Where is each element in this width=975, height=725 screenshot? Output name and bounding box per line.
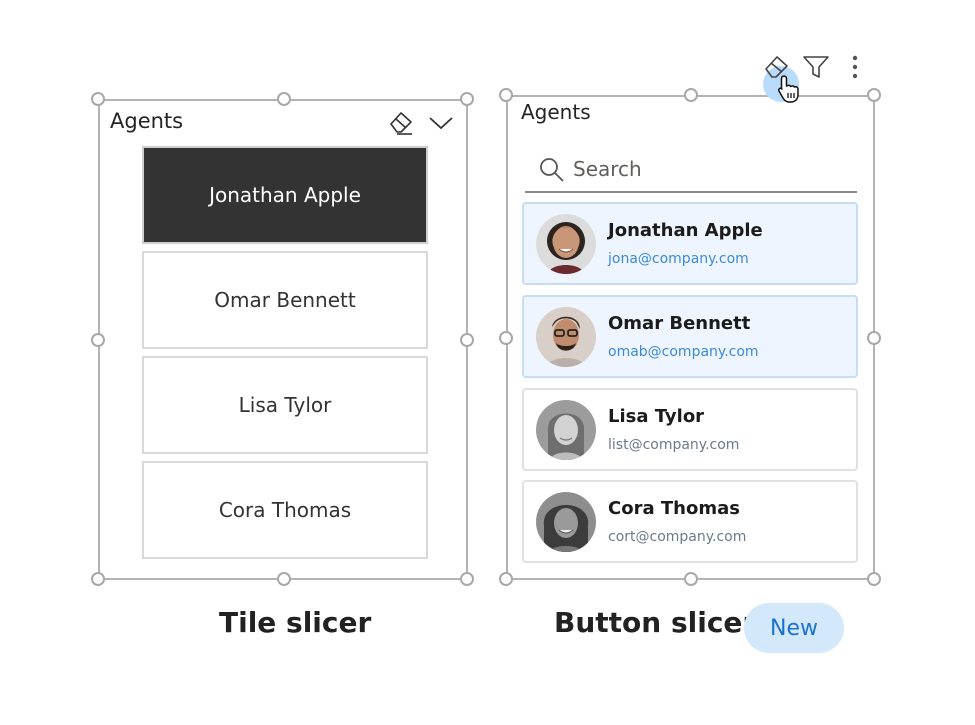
- agent-card[interactable]: Lisa Tylor list@company.com: [522, 388, 858, 471]
- tile-item[interactable]: Lisa Tylor: [142, 356, 428, 454]
- tile-item[interactable]: Omar Bennett: [142, 251, 428, 349]
- agent-name: Omar Bennett: [608, 313, 751, 334]
- resize-handle-bottom-center[interactable]: [684, 572, 698, 586]
- search-input[interactable]: Search: [525, 148, 857, 193]
- button-slicer-caption: Button slicer: [554, 606, 757, 639]
- agent-card[interactable]: Omar Bennett omab@company.com: [522, 295, 858, 378]
- resize-handle-bottom-right[interactable]: [867, 572, 881, 586]
- resize-handle-bottom-right[interactable]: [460, 572, 474, 586]
- tile-item[interactable]: Jonathan Apple: [142, 146, 428, 244]
- resize-handle-bottom-center[interactable]: [277, 572, 291, 586]
- eraser-icon[interactable]: [388, 110, 416, 140]
- resize-handle-bottom-left[interactable]: [91, 572, 105, 586]
- resize-handle-top-right[interactable]: [460, 92, 474, 106]
- chevron-down-icon[interactable]: [428, 114, 454, 136]
- avatar: [536, 400, 596, 460]
- button-slicer-title: Agents: [521, 100, 591, 124]
- more-vertical-icon[interactable]: [850, 55, 860, 83]
- hand-cursor-icon: [776, 74, 802, 108]
- tile-label: Cora Thomas: [218, 498, 352, 522]
- agent-name: Cora Thomas: [608, 498, 740, 519]
- resize-handle-top-right[interactable]: [867, 88, 881, 102]
- resize-handle-top-center[interactable]: [277, 92, 291, 106]
- agent-email: omab@company.com: [608, 344, 759, 360]
- resize-handle-middle-left[interactable]: [499, 331, 513, 345]
- agent-email: jona@company.com: [608, 251, 749, 267]
- search-icon: [539, 157, 565, 187]
- agent-name: Jonathan Apple: [608, 220, 763, 241]
- resize-handle-top-left[interactable]: [499, 88, 513, 102]
- search-placeholder: Search: [573, 157, 642, 181]
- agent-email: cort@company.com: [608, 529, 747, 545]
- resize-handle-middle-right[interactable]: [460, 333, 474, 347]
- filter-icon[interactable]: [802, 54, 830, 84]
- resize-handle-middle-left[interactable]: [91, 333, 105, 347]
- resize-handle-middle-right[interactable]: [867, 331, 881, 345]
- tile-label: Omar Bennett: [214, 288, 356, 312]
- resize-handle-bottom-left[interactable]: [499, 572, 513, 586]
- agent-email: list@company.com: [608, 437, 740, 453]
- tile-slicer-caption: Tile slicer: [219, 606, 372, 639]
- agent-card[interactable]: Cora Thomas cort@company.com: [522, 480, 858, 563]
- resize-handle-top-center[interactable]: [684, 88, 698, 102]
- agent-name: Lisa Tylor: [608, 406, 705, 427]
- tile-slicer-title: Agents: [110, 109, 184, 133]
- agent-card[interactable]: Jonathan Apple jona@company.com: [522, 202, 858, 285]
- avatar: [536, 307, 596, 367]
- tile-label: Jonathan Apple: [209, 183, 361, 207]
- tile-item[interactable]: Cora Thomas: [142, 461, 428, 559]
- avatar: [536, 492, 596, 552]
- tile-label: Lisa Tylor: [238, 393, 332, 417]
- new-badge: New: [744, 603, 844, 653]
- resize-handle-top-left[interactable]: [91, 92, 105, 106]
- avatar: [536, 214, 596, 274]
